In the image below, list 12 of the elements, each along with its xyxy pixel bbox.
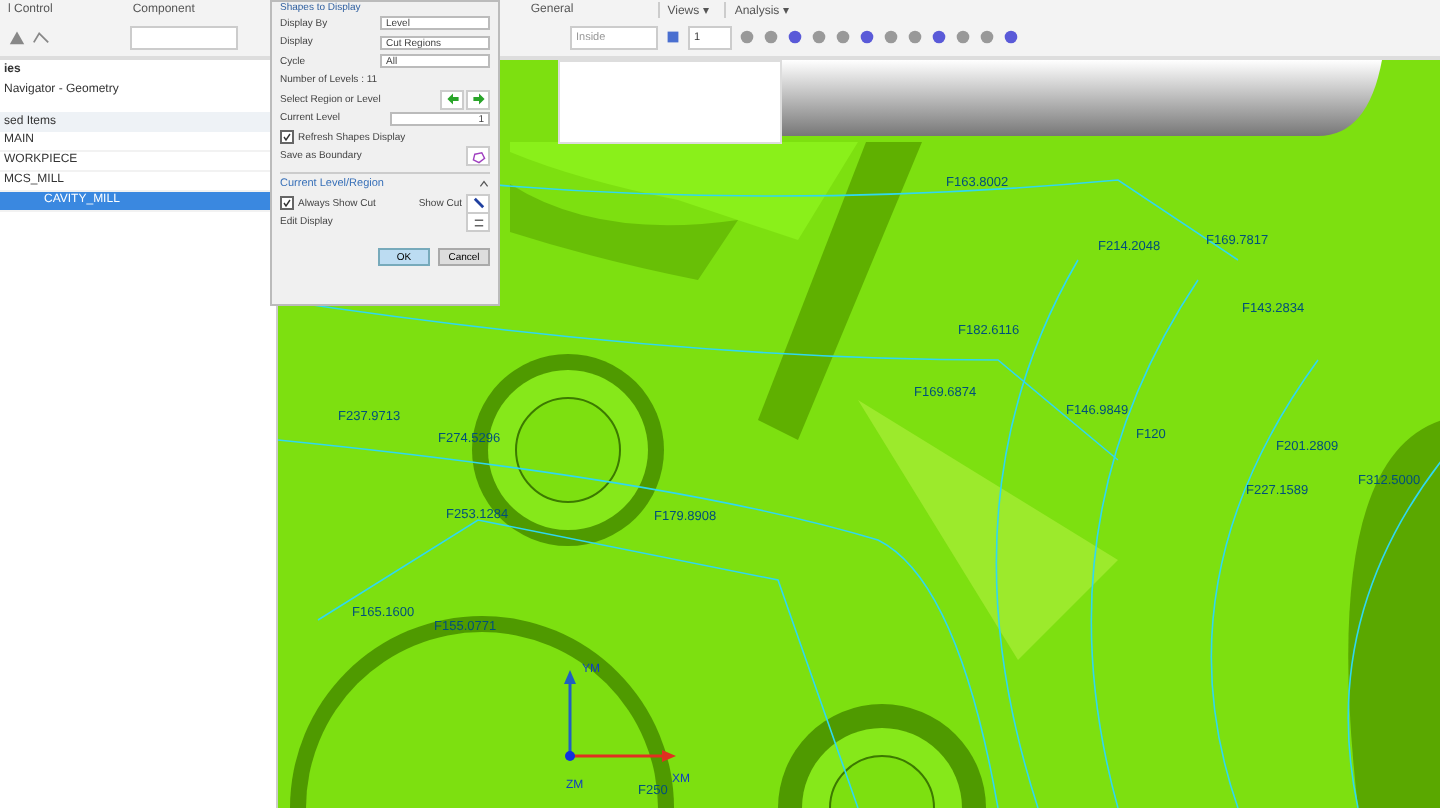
save-boundary-button[interactable] xyxy=(466,146,490,167)
edit-display-button[interactable] xyxy=(466,212,490,233)
boundary-icon xyxy=(471,149,485,164)
arrow-right-icon xyxy=(471,92,485,107)
arrow-left-icon xyxy=(445,92,459,107)
checkbox[interactable] xyxy=(280,130,294,145)
collapse-icon[interactable] xyxy=(478,178,490,190)
previous-button[interactable] xyxy=(440,89,464,110)
axis-triad-drawing xyxy=(558,668,678,768)
checkbox[interactable] xyxy=(280,196,294,211)
next-button[interactable] xyxy=(466,89,490,110)
show-cut-button[interactable] xyxy=(466,193,490,214)
